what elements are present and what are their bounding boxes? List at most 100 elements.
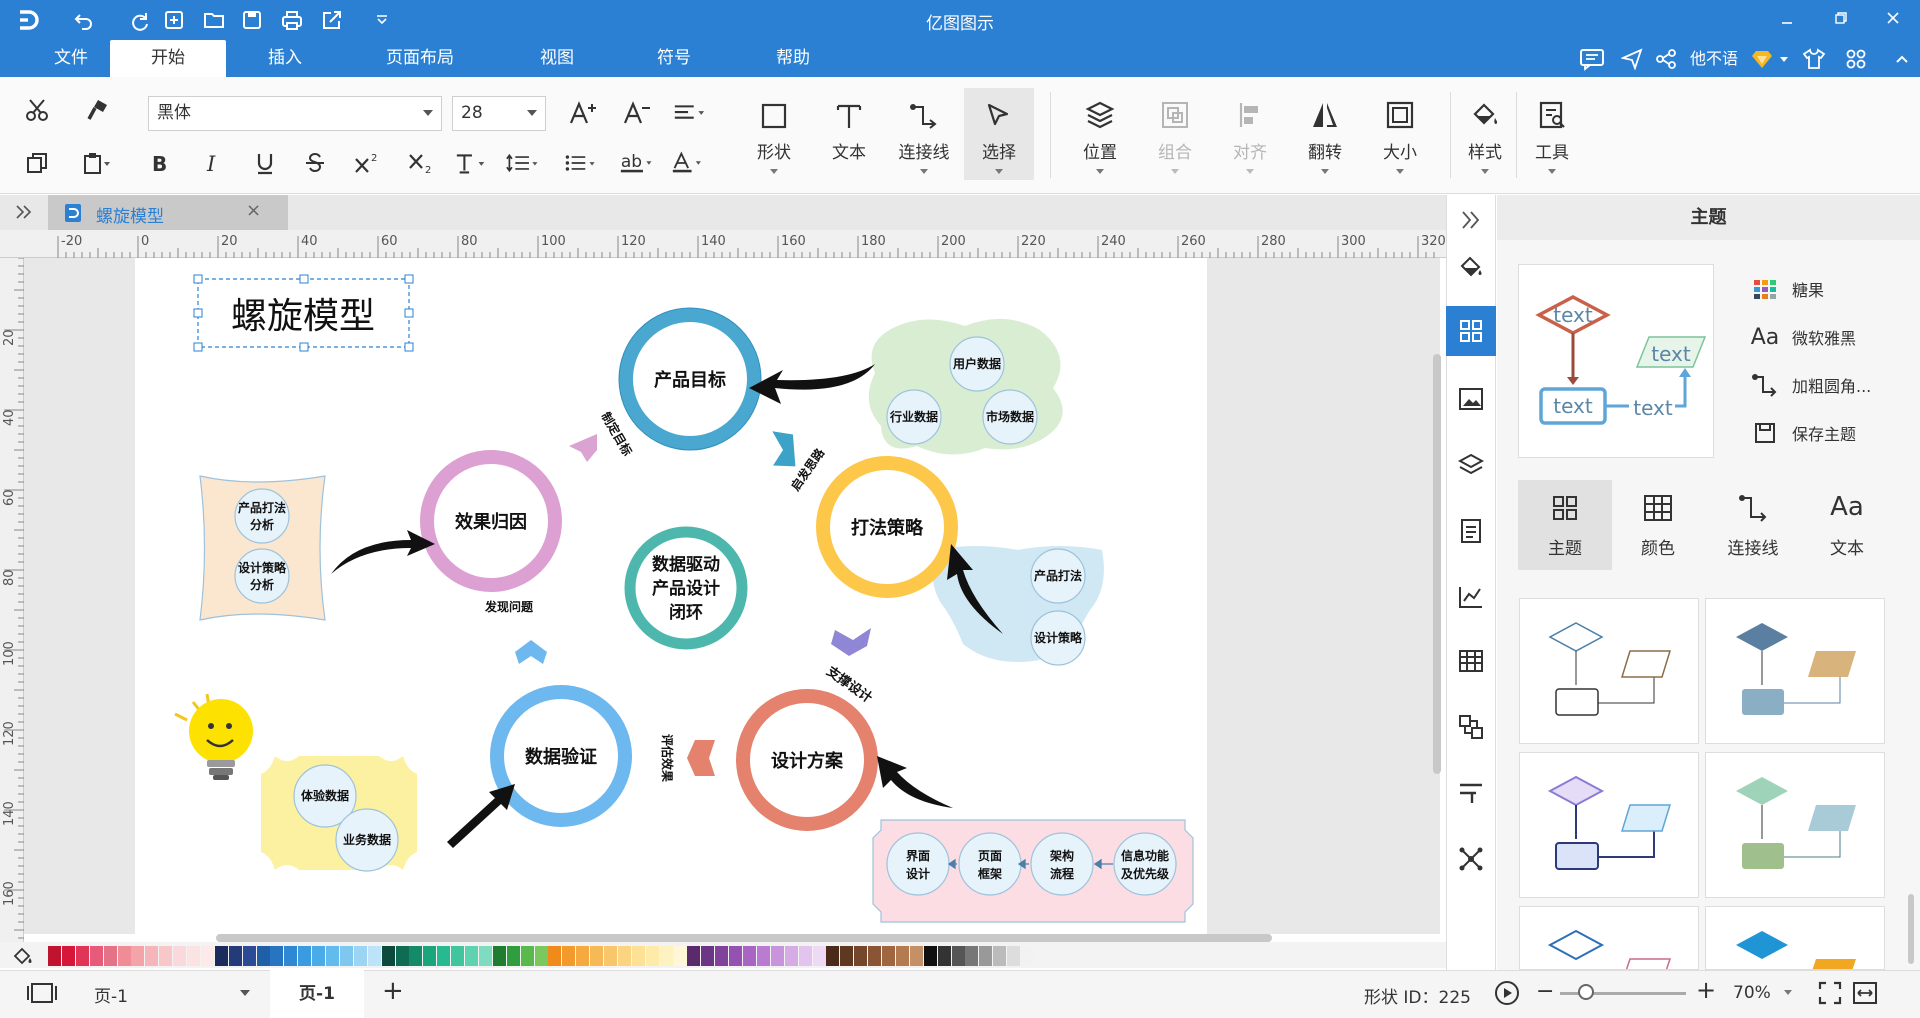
- panel-tab-color[interactable]: 颜色: [1611, 480, 1705, 570]
- color-swatch[interactable]: [409, 946, 422, 966]
- close-icon[interactable]: [1870, 2, 1916, 34]
- new-file-icon[interactable]: [160, 6, 188, 34]
- color-swatch[interactable]: [215, 946, 228, 966]
- horizontal-scrollbar[interactable]: [216, 934, 1272, 942]
- theme-thumb-3[interactable]: [1519, 752, 1699, 898]
- color-swatch[interactable]: [604, 946, 617, 966]
- theme-option-font[interactable]: Aa 微软雅黑: [1748, 322, 1856, 352]
- color-swatch[interactable]: [882, 946, 895, 966]
- theme-panel-icon[interactable]: [1446, 306, 1496, 356]
- menu-symbols[interactable]: 符号: [637, 40, 711, 77]
- user-name[interactable]: 他不语: [1690, 45, 1738, 73]
- data-sources-cloud[interactable]: [868, 318, 1063, 455]
- color-swatch[interactable]: [465, 946, 478, 966]
- color-swatch[interactable]: [507, 946, 520, 966]
- zoom-in-icon[interactable]: +: [1696, 976, 1716, 1004]
- color-swatch[interactable]: [938, 946, 951, 966]
- color-swatch[interactable]: [382, 946, 395, 966]
- page-tab[interactable]: 页-1: [270, 970, 364, 1018]
- highlight-color-icon[interactable]: ab: [620, 146, 654, 180]
- menu-home[interactable]: 开始: [110, 40, 226, 77]
- diagram-title[interactable]: 螺旋模型: [231, 296, 375, 337]
- app-logo-icon[interactable]: [14, 6, 42, 34]
- color-swatch[interactable]: [1007, 946, 1020, 966]
- superscript-icon[interactable]: 2: [350, 146, 384, 180]
- send-icon[interactable]: [1618, 46, 1646, 72]
- panel-tab-connector[interactable]: 连接线: [1706, 480, 1800, 570]
- chart-panel-icon[interactable]: [1446, 572, 1496, 622]
- theme-option-candy[interactable]: 糖果: [1748, 274, 1824, 304]
- page-panel-icon[interactable]: [1446, 506, 1496, 556]
- color-swatch[interactable]: [521, 946, 534, 966]
- font-size-select[interactable]: 28: [452, 96, 546, 131]
- color-swatch[interactable]: [979, 946, 992, 966]
- color-swatch[interactable]: [437, 946, 450, 966]
- fullscreen-icon[interactable]: [1818, 981, 1842, 1005]
- zoom-level[interactable]: 70%: [1733, 983, 1771, 1003]
- color-swatch[interactable]: [451, 946, 464, 966]
- color-swatch[interactable]: [118, 946, 131, 966]
- save-icon[interactable]: [238, 6, 266, 34]
- color-swatch[interactable]: [715, 946, 728, 966]
- restore-icon[interactable]: [1818, 2, 1864, 34]
- fill-bucket-icon[interactable]: [12, 946, 34, 966]
- color-swatch[interactable]: [298, 946, 311, 966]
- shape-tool-button[interactable]: 形状: [739, 88, 809, 180]
- subscript-icon[interactable]: 2: [404, 146, 438, 180]
- group-button[interactable]: 组合: [1140, 88, 1210, 180]
- color-swatch[interactable]: [354, 946, 367, 966]
- menu-view[interactable]: 视图: [520, 40, 594, 77]
- color-swatch[interactable]: [368, 946, 381, 966]
- decrease-font-icon[interactable]: [620, 96, 654, 130]
- tools-button[interactable]: 工具: [1517, 88, 1587, 180]
- drawing-canvas[interactable]: 螺旋模型 产品目标 打法策略 设计方案 数据验证 效果归因 数据驱动 产品设计 …: [24, 258, 1440, 934]
- color-swatch[interactable]: [799, 946, 812, 966]
- analysis-card[interactable]: [199, 475, 326, 621]
- select-tool-button[interactable]: 选择: [964, 88, 1034, 180]
- color-swatch[interactable]: [159, 946, 172, 966]
- document-tab[interactable]: 螺旋模型 ×: [48, 195, 288, 230]
- table-panel-icon[interactable]: [1446, 636, 1496, 686]
- color-swatch[interactable]: [104, 946, 117, 966]
- strikethrough-icon[interactable]: [298, 146, 332, 180]
- paste-icon[interactable]: [80, 146, 114, 180]
- bold-icon[interactable]: B: [142, 146, 176, 180]
- color-swatch[interactable]: [965, 946, 978, 966]
- copy-icon[interactable]: [20, 146, 54, 180]
- color-swatch[interactable]: [743, 946, 756, 966]
- color-swatch[interactable]: [840, 946, 853, 966]
- color-swatch[interactable]: [243, 946, 256, 966]
- fill-panel-icon[interactable]: [1446, 242, 1496, 292]
- color-swatch[interactable]: [548, 946, 561, 966]
- text-tool-button[interactable]: 文本: [814, 88, 884, 180]
- layers-panel-icon[interactable]: [1446, 440, 1496, 490]
- share-icon[interactable]: [1652, 46, 1680, 72]
- color-swatch[interactable]: [729, 946, 742, 966]
- collapse-panel-icon[interactable]: [1446, 195, 1496, 245]
- add-page-icon[interactable]: +: [382, 976, 404, 1006]
- menu-help[interactable]: 帮助: [756, 40, 830, 77]
- color-swatch[interactable]: [952, 946, 965, 966]
- color-swatch[interactable]: [771, 946, 784, 966]
- print-icon[interactable]: [278, 6, 306, 34]
- structure-panel-icon[interactable]: [1446, 702, 1496, 752]
- color-swatch[interactable]: [229, 946, 242, 966]
- color-swatch[interactable]: [493, 946, 506, 966]
- color-swatch[interactable]: [76, 946, 89, 966]
- color-swatch[interactable]: [826, 946, 839, 966]
- color-swatch[interactable]: [868, 946, 881, 966]
- theme-thumb-1[interactable]: [1519, 598, 1699, 744]
- open-folder-icon[interactable]: [200, 6, 228, 34]
- cut-icon[interactable]: [20, 93, 54, 127]
- color-swatch[interactable]: [757, 946, 770, 966]
- color-swatch[interactable]: [632, 946, 645, 966]
- mindmap-panel-icon[interactable]: [1446, 834, 1496, 884]
- skin-icon[interactable]: [1800, 46, 1828, 72]
- connector-tool-button[interactable]: 连接线: [889, 88, 959, 180]
- color-swatch[interactable]: [910, 946, 923, 966]
- menu-page-layout[interactable]: 页面布局: [366, 40, 474, 77]
- bullet-list-icon[interactable]: [564, 146, 598, 180]
- page-selector-dropdown-icon[interactable]: [240, 990, 250, 996]
- page-list-icon[interactable]: [26, 982, 58, 1004]
- close-tab-icon[interactable]: ×: [246, 200, 261, 221]
